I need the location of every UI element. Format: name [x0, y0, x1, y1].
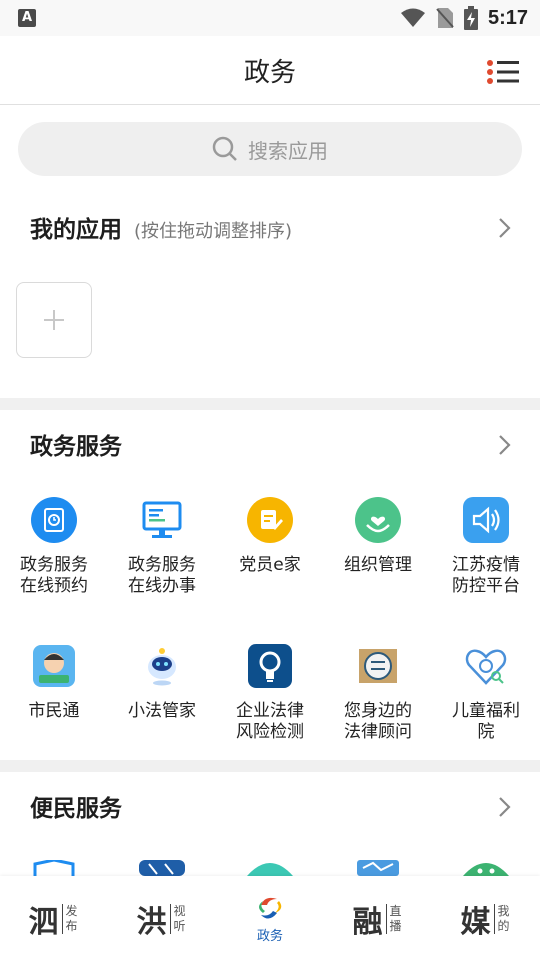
robot-icon — [148, 648, 176, 686]
bottom-nav: 泗 发布 洪 视听 政务 融 直播 媒 我的 — [0, 876, 540, 960]
medical-icon[interactable] — [139, 860, 185, 876]
nav-tab-label: 发布 — [65, 904, 78, 933]
app-label: 政务服务 在线办事 — [128, 555, 196, 596]
app-label: 市民通 — [28, 701, 80, 721]
nav-tab-video[interactable]: 洪 视听 — [108, 894, 216, 944]
nav-tab-label: 政务 — [256, 928, 283, 944]
hand-heart-icon — [355, 497, 401, 543]
app-online-affairs[interactable]: 政务服务 在线办事 — [108, 497, 216, 597]
nav-tab-char: 洪 — [136, 905, 167, 940]
nav-tab-char: 泗 — [28, 905, 59, 940]
app-label: 小法管家 — [128, 701, 196, 721]
my-apps-title: 我的应用 (按住拖动调整排序) — [30, 217, 293, 243]
law-badge-icon — [359, 649, 397, 683]
app-label: 党员e家 — [239, 555, 301, 575]
search-icon — [212, 136, 237, 161]
app-label: 江苏疫情 防控平台 — [452, 555, 520, 596]
app-label: 组织管理 — [344, 555, 412, 575]
search-placeholder: 搜索应用 — [248, 138, 328, 163]
nav-tab-mine[interactable]: 媒 我的 — [432, 894, 540, 944]
no-sim-icon — [436, 8, 454, 28]
monitor-icon — [142, 501, 182, 538]
clock-calendar-icon — [31, 497, 77, 543]
gov-logo-icon — [259, 897, 282, 919]
my-apps-hint: (按住拖动调整排序) — [134, 221, 293, 242]
nav-separator — [385, 904, 387, 934]
app-party-home[interactable]: 党员e家 — [216, 497, 324, 576]
child-heart-icon — [465, 649, 507, 685]
app-online-appointment[interactable]: 政务服务 在线预约 — [0, 497, 108, 597]
nav-tab-char: 融 — [352, 905, 383, 940]
list-menu-icon[interactable] — [486, 58, 520, 86]
clock: 5:17 — [487, 6, 528, 29]
convenience-header[interactable]: 便民服务 — [0, 777, 540, 837]
app-legal-advisor[interactable]: 您身边的 法律顾问 — [324, 643, 432, 743]
nav-separator — [61, 904, 63, 934]
section-divider — [0, 760, 540, 772]
nav-separator — [493, 904, 495, 934]
app-children-welfare[interactable]: 儿童福利 院 — [432, 643, 540, 743]
section-divider — [0, 398, 540, 410]
app-label: 您身边的 法律顾问 — [344, 701, 412, 742]
smile-face-icon[interactable] — [463, 860, 509, 876]
citizen-avatar-icon — [33, 645, 75, 687]
app-label: 政务服务 在线预约 — [20, 555, 88, 596]
chevron-right-icon[interactable] — [498, 433, 512, 457]
teal-service-icon[interactable] — [247, 860, 293, 876]
status-icons: 5:17 — [400, 5, 528, 31]
status-bar: A 5:17 — [0, 0, 540, 36]
plus-icon — [44, 310, 64, 330]
notification-icon: A — [18, 9, 36, 27]
battery-charging-icon — [463, 6, 478, 30]
app-label: 儿童福利 院 — [452, 701, 520, 742]
nav-separator — [169, 904, 171, 934]
nav-tab-label: 直播 — [389, 904, 402, 933]
chevron-right-icon[interactable] — [498, 216, 512, 240]
search-input[interactable]: 搜索应用 — [18, 122, 522, 176]
app-header: 政务 — [0, 36, 540, 105]
nav-tab-label: 视听 — [173, 904, 186, 933]
app-law-butler[interactable]: 小法管家 — [108, 643, 216, 722]
my-apps-header[interactable]: 我的应用 (按住拖动调整排序) — [0, 198, 540, 258]
nav-tab-char: 媒 — [460, 905, 491, 940]
wifi-icon — [400, 8, 425, 27]
app-citizen[interactable]: 市民通 — [0, 643, 108, 722]
note-pen-icon — [247, 497, 293, 543]
convenience-title: 便民服务 — [30, 796, 122, 822]
shield-icon[interactable] — [31, 860, 77, 876]
gov-services-header[interactable]: 政务服务 — [0, 415, 540, 475]
nav-tab-publish[interactable]: 泗 发布 — [0, 894, 108, 944]
chevron-right-icon[interactable] — [498, 795, 512, 819]
lightbulb-icon — [248, 644, 292, 688]
nav-tab-live[interactable]: 融 直播 — [324, 894, 432, 944]
app-legal-risk-check[interactable]: 企业法律 风险检测 — [216, 643, 324, 743]
gov-services-title: 政务服务 — [30, 434, 122, 460]
page-title: 政务 — [243, 58, 296, 88]
app-label: 企业法律 风险检测 — [236, 701, 304, 742]
nav-tab-gov[interactable]: 政务 — [216, 894, 324, 944]
add-app-button[interactable] — [16, 282, 92, 358]
map-icon[interactable] — [355, 860, 401, 876]
app-epidemic-platform[interactable]: 江苏疫情 防控平台 — [432, 497, 540, 597]
speaker-icon — [463, 497, 509, 543]
app-org-management[interactable]: 组织管理 — [324, 497, 432, 576]
nav-tab-label: 我的 — [497, 904, 510, 933]
